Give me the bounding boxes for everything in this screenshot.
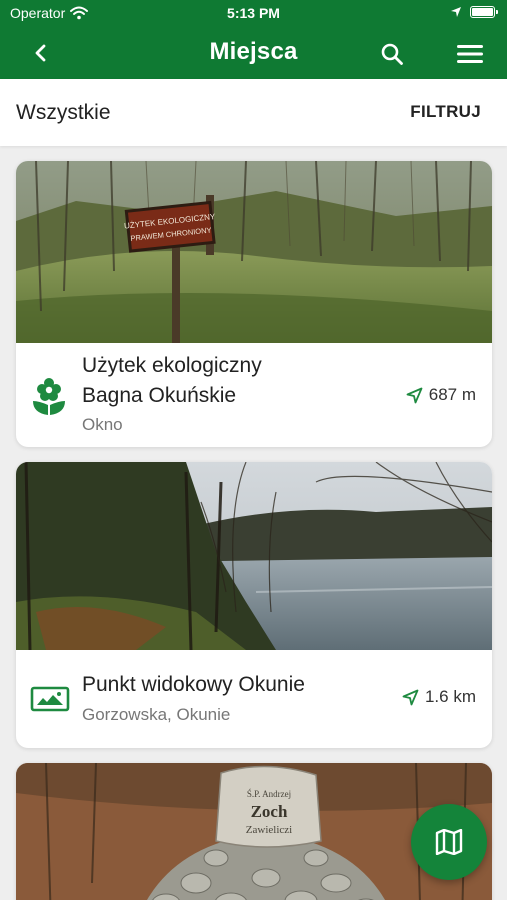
menu-button[interactable] (452, 38, 488, 70)
place-address: Okno (82, 415, 123, 434)
distance-value: 687 m (428, 385, 476, 404)
filter-bar: Wszystkie FILTRUJ (0, 79, 507, 146)
place-photo: UŻYTEK EKOLOGICZNY PRAWEM CHRONIONY (16, 161, 492, 343)
flower-icon (33, 378, 65, 415)
map-icon (435, 829, 463, 855)
filter-current-label: Wszystkie (16, 101, 111, 124)
status-right (450, 6, 498, 18)
navigation-arrow-icon (406, 387, 423, 403)
page-title: Miejsca (209, 38, 298, 65)
place-card-1[interactable]: UŻYTEK EKOLOGICZNY PRAWEM CHRONIONY Użyt… (16, 161, 492, 447)
distance-value: 1.6 km (424, 687, 476, 706)
hamburger-menu-icon (457, 45, 483, 63)
place-title-line-1: Użytek ekologiczny (82, 354, 262, 377)
search-button[interactable] (376, 38, 408, 70)
filter-button[interactable]: FILTRUJ (410, 102, 481, 122)
location-arrow-icon (451, 7, 461, 17)
place-title-line-2: Bagna Okuńskie (82, 384, 237, 407)
navigation-arrow-icon (402, 689, 419, 705)
status-time: 5:13 PM (227, 5, 280, 21)
place-title: Punkt widokowy Okunie (82, 673, 305, 696)
nav-bar: Miejsca (0, 28, 507, 79)
place-photo (16, 462, 492, 650)
back-button[interactable] (26, 38, 56, 68)
search-icon (381, 43, 403, 65)
panorama-icon (30, 686, 70, 712)
map-view-button[interactable] (411, 804, 487, 880)
stone-inscription-3: Zawieliczi (246, 824, 292, 836)
stone-inscription-1: Ś.P. Andrzej (247, 789, 291, 799)
battery-icon (470, 6, 498, 18)
place-distance: 1.6 km (402, 687, 476, 707)
status-bar: Operator 5:13 PM (0, 0, 507, 28)
place-address: Gorzowska, Okunie (82, 705, 231, 724)
stone-inscription-2: Zoch (251, 802, 288, 821)
chevron-left-icon (35, 44, 46, 62)
place-card-2[interactable]: Punkt widokowy Okunie Gorzowska, Okunie … (16, 462, 492, 748)
place-distance: 687 m (406, 385, 476, 405)
